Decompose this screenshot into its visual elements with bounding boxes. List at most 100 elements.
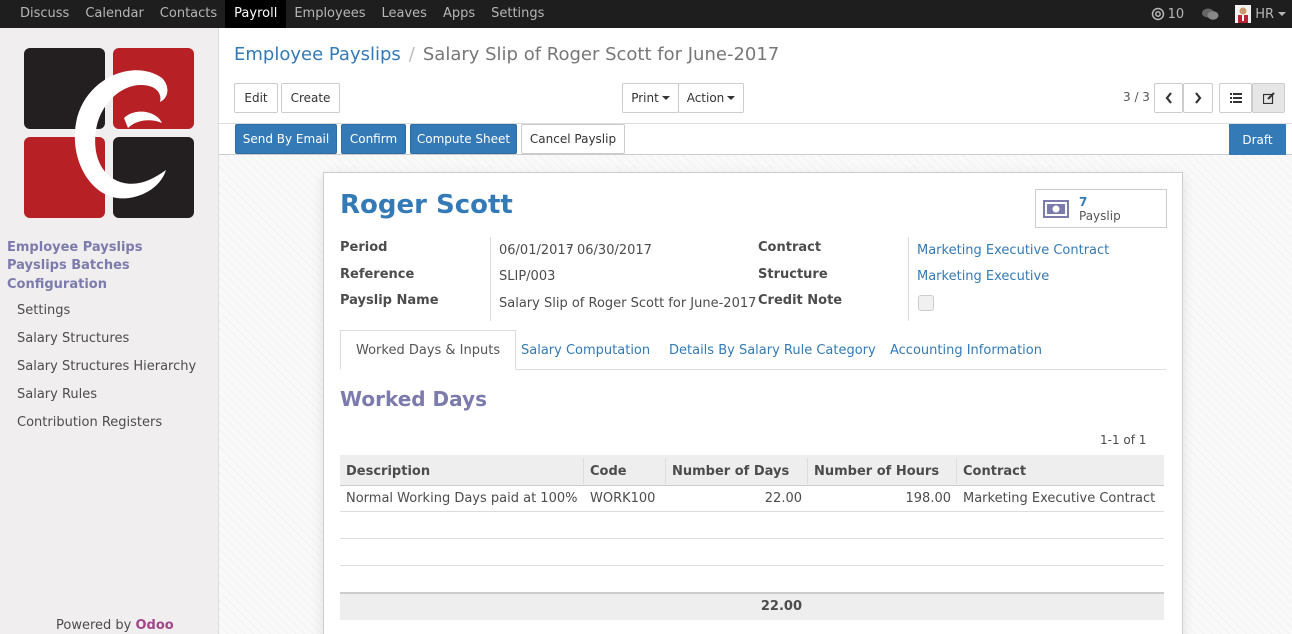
column-number-of-hours[interactable]: Number of Hours: [814, 464, 939, 479]
chevron-right-icon: [1195, 92, 1202, 104]
menu-payroll[interactable]: Payroll: [225, 0, 287, 28]
sidebar-item-salary-structures-hierarchy[interactable]: Salary Structures Hierarchy: [17, 359, 196, 374]
cell-code: WORK100: [590, 491, 656, 506]
menu-contacts[interactable]: Contacts: [152, 0, 225, 28]
column-separator: [807, 458, 808, 484]
pager-value[interactable]: 3 / 3: [1123, 90, 1150, 104]
period-dash: -: [567, 240, 572, 255]
cell-number-of-days: 22.00: [764, 491, 802, 506]
contract-label: Contract: [758, 240, 822, 255]
cell-number-of-hours: 198.00: [905, 491, 952, 506]
payslip-smart-button[interactable]: 7 Payslip: [1035, 189, 1167, 228]
company-logo: [24, 48, 194, 218]
period-label: Period: [340, 240, 388, 255]
chat-icon: [1202, 8, 1219, 20]
send-by-email-button[interactable]: Send By Email: [235, 124, 337, 154]
sidebar-item-salary-structures[interactable]: Salary Structures: [17, 331, 129, 346]
user-avatar: [1235, 5, 1252, 23]
column-separator: [583, 458, 584, 484]
cancel-payslip-button[interactable]: Cancel Payslip: [521, 124, 625, 154]
row-divider: [340, 565, 1164, 566]
credit-note-checkbox[interactable]: [918, 295, 934, 311]
menu-apps[interactable]: Apps: [435, 0, 483, 28]
row-divider: [340, 538, 1164, 539]
chat-button[interactable]: [1202, 8, 1219, 21]
column-code[interactable]: Code: [590, 464, 627, 479]
top-navbar: Discuss Calendar Contacts Payroll Employ…: [0, 0, 1292, 28]
cell-description: Normal Working Days paid at 100%: [346, 491, 578, 506]
row-divider: [340, 511, 1164, 512]
contract-field[interactable]: Marketing Executive Contract: [917, 243, 1109, 258]
breadcrumb-employee-payslips[interactable]: Employee Payslips: [234, 44, 401, 65]
mentions-button[interactable]: 10: [1151, 6, 1185, 22]
structure-label: Structure: [758, 267, 828, 282]
list-pager[interactable]: 1-1 of 1: [1100, 433, 1146, 447]
pager-previous-button[interactable]: [1154, 83, 1183, 113]
payslip-count: 7: [1079, 194, 1088, 209]
sidebar-configuration[interactable]: Configuration: [7, 277, 107, 292]
period-to-field[interactable]: 06/30/2017: [577, 243, 652, 258]
payslip-name-field[interactable]: Salary Slip of Roger Scott for June-2017: [499, 296, 756, 311]
list-view-button[interactable]: [1219, 83, 1252, 113]
user-name: HR: [1255, 6, 1274, 22]
action-label: Action: [686, 91, 725, 105]
sidebar: Employee Payslips Payslips Batches Confi…: [0, 28, 219, 634]
field-divider: [490, 237, 491, 321]
credit-note-label: Credit Note: [758, 293, 843, 308]
sidebar-item-settings[interactable]: Settings: [17, 303, 70, 318]
column-number-of-days[interactable]: Number of Days: [672, 464, 789, 479]
column-separator: [665, 458, 666, 484]
reference-label: Reference: [340, 267, 415, 282]
reference-field[interactable]: SLIP/003: [499, 269, 555, 284]
caret-down-icon: [727, 96, 736, 100]
pager-next-button[interactable]: [1183, 83, 1213, 113]
sidebar-employee-payslips[interactable]: Employee Payslips: [7, 240, 142, 255]
employee-name: Roger Scott: [340, 190, 513, 220]
powered-by: Powered by Odoo: [56, 618, 174, 633]
column-description[interactable]: Description: [346, 464, 430, 479]
period-from-field[interactable]: 06/01/2017: [499, 243, 574, 258]
tab-accounting-information[interactable]: Accounting Information: [890, 330, 1042, 370]
structure-field[interactable]: Marketing Executive: [917, 269, 1049, 284]
action-dropdown[interactable]: Action: [678, 83, 744, 113]
total-number-of-days: 22.00: [760, 599, 802, 614]
edit-button[interactable]: Edit: [234, 83, 278, 113]
menu-employees[interactable]: Employees: [286, 0, 373, 28]
money-icon: [1043, 199, 1069, 218]
menu-calendar[interactable]: Calendar: [77, 0, 151, 28]
breadcrumb: Employee Payslips / Salary Slip of Roger S…: [234, 44, 779, 65]
form-view-button[interactable]: [1252, 83, 1285, 113]
payslip-count-label: Payslip: [1079, 208, 1121, 223]
print-dropdown[interactable]: Print: [622, 83, 679, 113]
field-divider: [908, 237, 909, 321]
sidebar-item-contribution-registers[interactable]: Contribution Registers: [17, 415, 162, 430]
mentions-count: 10: [1167, 6, 1185, 22]
tab-worked-days-inputs[interactable]: Worked Days & Inputs: [340, 330, 517, 370]
odoo-link[interactable]: Odoo: [136, 618, 174, 633]
menu-settings[interactable]: Settings: [483, 0, 552, 28]
tab-details-by-salary-rule-category[interactable]: Details By Salary Rule Category: [669, 330, 876, 370]
menu-discuss[interactable]: Discuss: [12, 0, 77, 28]
menu-leaves[interactable]: Leaves: [373, 0, 434, 28]
app-menu: Discuss Calendar Contacts Payroll Employ…: [12, 0, 552, 28]
cell-contract: Marketing Executive Contract: [963, 491, 1156, 506]
create-button[interactable]: Create: [281, 83, 340, 113]
confirm-button[interactable]: Confirm: [341, 124, 406, 154]
caret-down-icon: [661, 96, 670, 100]
edit-icon: [1262, 92, 1275, 104]
compute-sheet-button[interactable]: Compute Sheet: [410, 124, 517, 154]
sidebar-item-salary-rules[interactable]: Salary Rules: [17, 387, 97, 402]
print-label: Print: [631, 91, 659, 105]
at-icon: [1151, 7, 1164, 21]
sidebar-payslips-batches[interactable]: Payslips Batches: [7, 258, 130, 273]
worked-days-title: Worked Days: [340, 387, 487, 411]
chevron-left-icon: [1165, 92, 1172, 104]
column-separator: [956, 458, 957, 484]
user-menu[interactable]: HR: [1235, 5, 1286, 23]
column-contract[interactable]: Contract: [963, 464, 1026, 479]
status-draft[interactable]: Draft: [1229, 124, 1286, 155]
payslip-name-label: Payslip Name: [340, 293, 439, 308]
tab-salary-computation[interactable]: Salary Computation: [521, 330, 650, 370]
breadcrumb-separator: /: [408, 44, 415, 65]
systray: 10 HR: [1151, 0, 1286, 28]
